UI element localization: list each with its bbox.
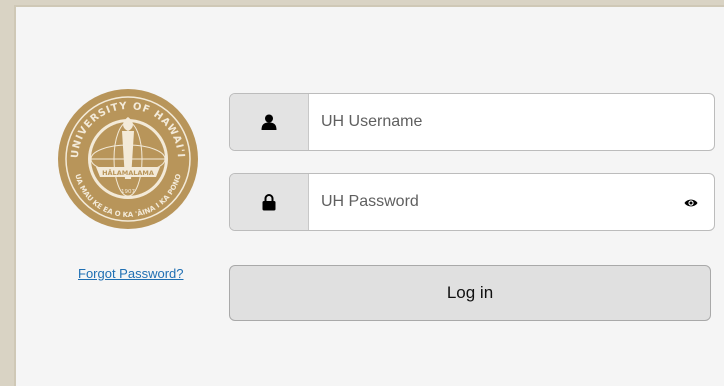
password-addon [230, 174, 309, 230]
password-input[interactable] [309, 174, 670, 230]
login-panel: HĀLAMALAMA 1907 UNIVERSITY OF HAWAI'I UA… [14, 5, 724, 386]
user-icon [261, 114, 277, 130]
lock-icon [262, 193, 276, 210]
password-field [229, 173, 715, 231]
seal-banner-text: HĀLAMALAMA [102, 168, 154, 177]
username-input[interactable] [309, 94, 670, 150]
login-button[interactable]: Log in [229, 265, 711, 321]
seal-year: 1907 [121, 189, 135, 195]
username-addon [230, 94, 309, 150]
eye-icon[interactable] [684, 196, 698, 210]
username-field [229, 93, 715, 151]
forgot-password-link[interactable]: Forgot Password? [78, 266, 184, 281]
university-seal-logo: HĀLAMALAMA 1907 UNIVERSITY OF HAWAI'I UA… [58, 89, 198, 229]
